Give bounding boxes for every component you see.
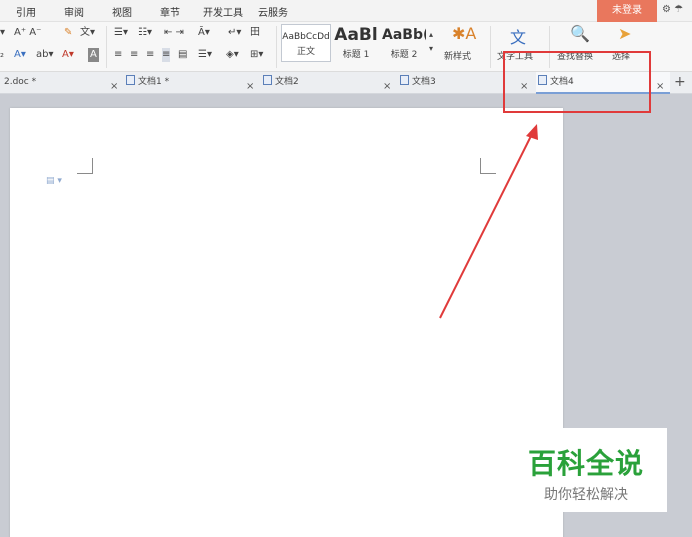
- paragraph-handle-icon[interactable]: ▤ ▾: [46, 176, 62, 186]
- tab-doc-1[interactable]: 文档1 * ×: [126, 72, 258, 94]
- table-icon[interactable]: 田: [250, 26, 260, 40]
- styles-scroll-icon[interactable]: ▴ ▾: [429, 28, 433, 56]
- document-icon: [126, 75, 135, 85]
- menu-references[interactable]: 引用: [16, 4, 36, 19]
- tab-label: 文档1 *: [138, 77, 170, 87]
- subscript-icon[interactable]: ₂: [0, 48, 4, 62]
- menu-cloud-service[interactable]: 云服务: [258, 4, 288, 19]
- tab-label: 2.doc *: [4, 77, 37, 87]
- new-style-icon[interactable]: ✱A: [452, 24, 476, 43]
- menu-view[interactable]: 视图: [112, 4, 132, 19]
- tab-label: 文档2: [275, 77, 299, 87]
- document-page[interactable]: ▤ ▾: [10, 108, 563, 537]
- new-style-button[interactable]: 新样式: [444, 49, 471, 62]
- shading-icon[interactable]: ◈▾: [226, 48, 239, 62]
- sort-icon[interactable]: Ā▾: [198, 26, 210, 40]
- document-icon: [263, 75, 272, 85]
- document-icon: [400, 75, 409, 85]
- align-left-icon[interactable]: ≡: [114, 48, 122, 62]
- font-color-icon[interactable]: A▾: [62, 48, 74, 62]
- watermark-logo: 百科全说 助你轻松解决: [505, 428, 667, 512]
- numbered-list-icon[interactable]: ☷▾: [138, 26, 152, 40]
- justify-icon[interactable]: ≡: [162, 48, 171, 62]
- style-normal[interactable]: AaBbCcDd 正文: [281, 24, 331, 62]
- grow-font-icon[interactable]: A⁺ A⁻: [14, 26, 41, 40]
- clear-format-icon[interactable]: ✎: [64, 26, 72, 40]
- menu-section[interactable]: 章节: [160, 4, 180, 19]
- highlight-icon[interactable]: ab▾: [36, 48, 54, 62]
- menu-bar: 引用 审阅 视图 章节 开发工具 云服务 未登录 ⚙ ☂: [0, 0, 692, 22]
- border-icon[interactable]: ⊞▾: [250, 48, 263, 62]
- bullet-list-icon[interactable]: ☰▾: [114, 26, 128, 40]
- indent-icon[interactable]: ⇤ ⇥: [164, 26, 184, 40]
- style-heading-2[interactable]: AaBb( 标题 2: [381, 24, 427, 62]
- margin-corner-top-left: [77, 158, 93, 174]
- line-spacing-icon[interactable]: ☰▾: [198, 48, 212, 62]
- login-button[interactable]: 未登录: [597, 0, 657, 22]
- watermark-subtitle: 助你轻松解决: [544, 487, 628, 503]
- text-effect-icon[interactable]: A▾: [14, 48, 26, 62]
- menu-developer-tools[interactable]: 开发工具: [203, 4, 243, 19]
- margin-corner-top-right: [480, 158, 496, 174]
- add-tab-icon[interactable]: +: [674, 74, 686, 90]
- tab-doc-2[interactable]: 文档2 ×: [263, 72, 395, 94]
- menu-review[interactable]: 审阅: [64, 4, 84, 19]
- phonetic-icon[interactable]: 文▾: [80, 26, 95, 40]
- align-right-icon[interactable]: ≡: [146, 48, 154, 62]
- annotation-highlight-box: [503, 51, 651, 113]
- text-tools-icon[interactable]: 文: [510, 24, 526, 48]
- select-cursor-icon[interactable]: ➤: [618, 24, 631, 43]
- tab-label: 文档3: [412, 77, 436, 87]
- watermark-title: 百科全说: [527, 447, 644, 480]
- char-shading-icon[interactable]: A: [88, 48, 99, 62]
- find-replace-icon[interactable]: 🔍: [570, 24, 590, 43]
- distribute-icon[interactable]: ▤: [178, 48, 187, 62]
- align-center-icon[interactable]: ≡: [130, 48, 138, 62]
- settings-icon[interactable]: ⚙ ☂: [662, 4, 683, 15]
- style-heading-1[interactable]: AaBl 标题 1: [332, 24, 380, 62]
- tab-doc-2doc[interactable]: 2.doc * ×: [4, 72, 122, 94]
- font-size-dropdown-icon[interactable]: ▾: [0, 26, 5, 40]
- show-marks-icon[interactable]: ↵▾: [228, 26, 241, 40]
